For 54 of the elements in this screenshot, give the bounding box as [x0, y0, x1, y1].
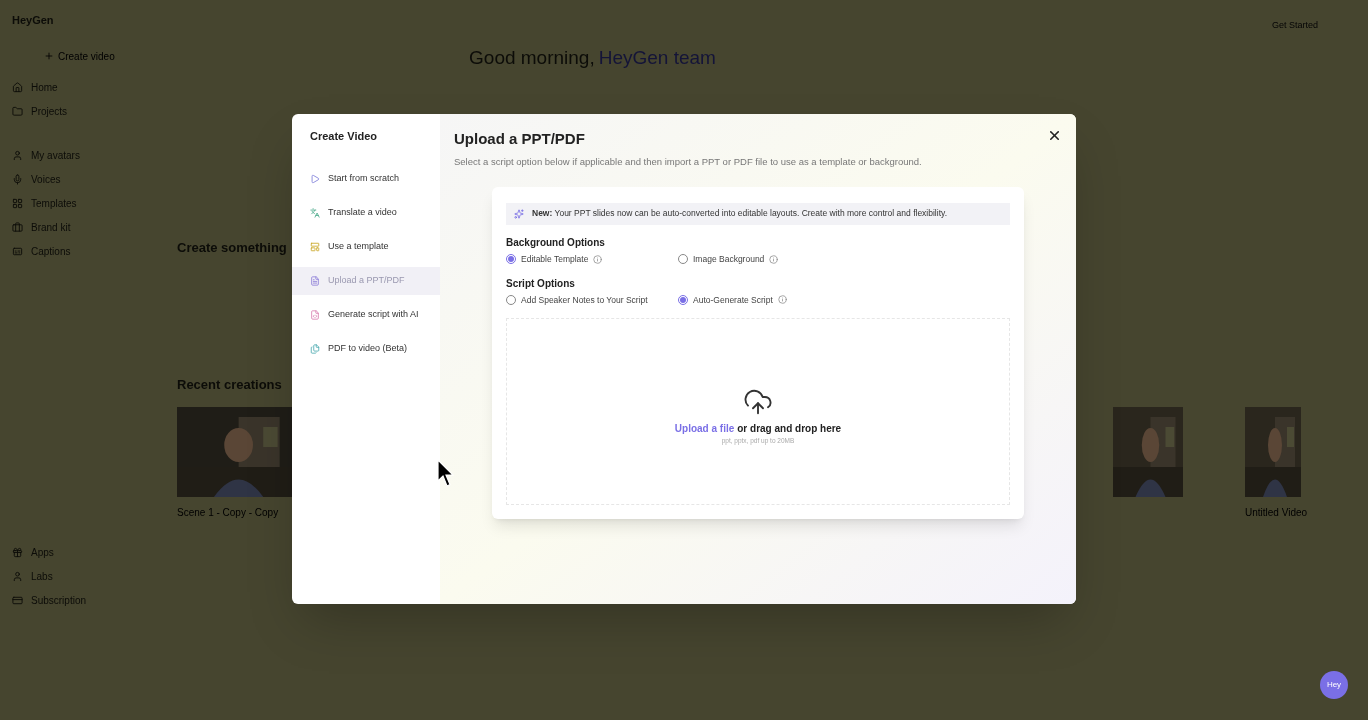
option-icon — [310, 343, 320, 354]
create-option[interactable]: Start from scratch — [292, 164, 440, 193]
nav-item[interactable]: Apps — [31, 545, 54, 560]
nav-icon — [12, 245, 23, 257]
radio-label: Add Speaker Notes to Your Script — [521, 293, 648, 307]
chat-button[interactable]: Hey — [1320, 671, 1348, 699]
option-icon — [310, 207, 320, 218]
sparkle-icon — [514, 208, 524, 219]
nav-icon — [12, 105, 23, 117]
option-group-heading: Background Options — [506, 235, 606, 250]
nav-item[interactable]: Home — [31, 79, 58, 95]
create-option[interactable]: Generate script with AI — [292, 300, 440, 329]
nav-item[interactable]: My avatars — [31, 147, 80, 163]
nav-icon — [12, 197, 23, 209]
nav-icon — [12, 571, 23, 582]
close-icon — [1047, 128, 1062, 143]
cursor-icon — [437, 459, 454, 487]
nav-icon — [12, 149, 23, 161]
nav-icon — [12, 547, 23, 558]
nav-item[interactable]: Captions — [31, 243, 71, 259]
create-video-button[interactable]: Create video — [44, 48, 148, 64]
drop-instruction: or drag and drop here — [737, 422, 842, 437]
create-option[interactable]: Upload a PPT/PDF — [292, 266, 440, 295]
greeting: Good morning, — [469, 46, 595, 70]
option-icon — [310, 241, 320, 252]
app-logo: HeyGen — [12, 13, 54, 28]
section-heading: Recent creations — [177, 376, 282, 394]
nav-icon — [12, 595, 23, 606]
radio-label: Image Background — [693, 252, 765, 266]
plus-icon — [44, 51, 54, 61]
radio-label: Auto-Generate Script — [693, 293, 773, 307]
option-group-heading: Script Options — [506, 276, 576, 291]
nav-item[interactable]: Projects — [31, 103, 68, 119]
video-title: Scene 1 - Copy - Copy — [177, 505, 280, 520]
nav-icon — [12, 221, 23, 233]
create-option[interactable]: Translate a video — [292, 198, 440, 227]
nav-item[interactable]: Subscription — [31, 593, 87, 608]
create-option[interactable]: Use a template — [292, 232, 440, 261]
notice-text: New: Your PPT slides now can be auto-converted into editable layouts. Create with more control and flexibility. — [532, 207, 947, 221]
section-heading: Create something — [177, 238, 287, 257]
option-icon — [310, 309, 320, 320]
close-button[interactable] — [1047, 128, 1062, 143]
dialog-subtitle: Select a script option below if applicable and then import a PPT or PDF file to use as a template or background. — [454, 154, 923, 169]
dialog-sidebar-title: Create Video — [309, 129, 379, 144]
nav-icon — [12, 173, 23, 185]
create-option[interactable]: PDF to video (Beta) — [292, 334, 440, 363]
radio-label: Editable Template — [521, 252, 589, 266]
upload-link[interactable]: Upload a file — [674, 421, 735, 437]
nav-icon — [12, 81, 23, 93]
video-title: Untitled Video — [1245, 505, 1308, 520]
nav-item[interactable]: Templates — [31, 195, 77, 211]
option-icon — [310, 275, 320, 286]
option-icon — [310, 173, 320, 184]
dialog-title: Upload a PPT/PDF — [454, 129, 585, 149]
